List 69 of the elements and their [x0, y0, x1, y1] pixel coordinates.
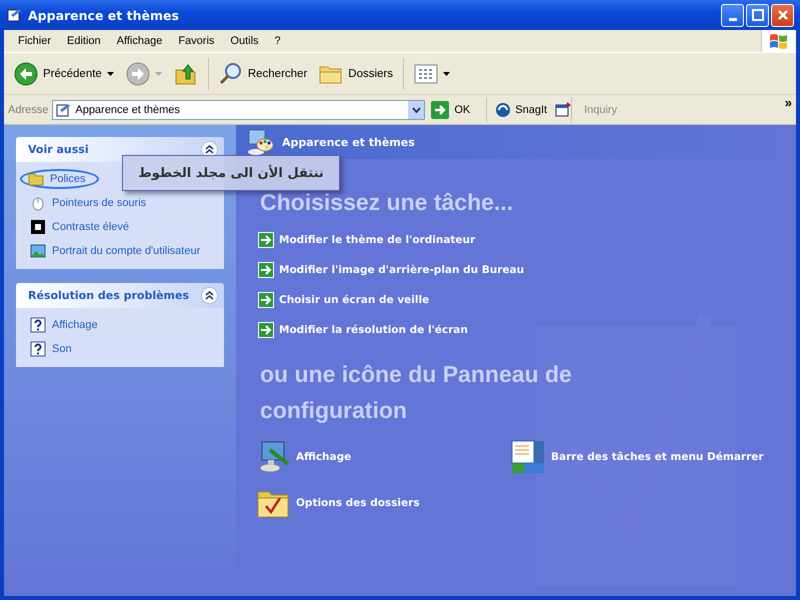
sidebar-link[interactable]: Contraste élevé [24, 217, 136, 237]
contrast-icon [30, 219, 46, 235]
task-link[interactable]: Choisir un écran de veille [258, 292, 430, 308]
grid-icon [414, 62, 438, 86]
folder-icon [28, 171, 44, 187]
task-link[interactable]: Modifier l'image d'arrière-plan du Bureau [258, 262, 524, 278]
capture-button[interactable] [555, 102, 572, 118]
icon-heading: ou une icône du Panneau de configuration [260, 360, 573, 425]
minimize-icon [728, 18, 736, 20]
task-link[interactable]: Modifier la résolution de l'écran [258, 322, 468, 338]
chevron-up-icon [205, 145, 214, 154]
arrow-right-icon [258, 292, 274, 308]
collapse-button[interactable] [201, 287, 218, 304]
arrow-right-icon [258, 322, 274, 338]
arrow-left-icon [14, 62, 38, 86]
arrow-right-icon [126, 62, 150, 86]
control-panel-link[interactable]: Options des dossiers [256, 486, 420, 520]
go-button[interactable]: OK [431, 100, 470, 118]
control-panel-link[interactable]: Affichage [256, 440, 352, 474]
menu-item[interactable]: Favoris [170, 35, 222, 47]
windows-flag-icon [769, 32, 789, 50]
sidebar-link[interactable]: Affichage [24, 315, 104, 335]
window-title: Apparence et thèmes [28, 8, 180, 22]
callout-note: ننتقل الأن الى مجلد الخطوط [122, 155, 340, 191]
menu-item[interactable]: Affichage [108, 35, 170, 47]
swirl-icon [495, 102, 512, 118]
inquiry-field[interactable]: Inquiry [584, 104, 785, 116]
maximize-icon [752, 9, 764, 21]
arrow-right-icon [258, 262, 274, 278]
maximize-button[interactable] [746, 4, 769, 26]
search-button[interactable]: Rechercher [214, 60, 312, 88]
close-icon [776, 9, 788, 21]
task-link[interactable]: Modifier le thème de l'ordinateur [258, 232, 476, 248]
folder-up-icon [174, 62, 198, 86]
dropdown-button[interactable] [408, 100, 424, 118]
landscape-picture-icon [30, 243, 46, 259]
menu-item[interactable]: Outils [222, 35, 267, 47]
panel-title: Voir aussi [28, 143, 89, 156]
menu-item[interactable]: Fichier [10, 35, 60, 47]
help-icon [30, 341, 46, 357]
sidebar-link[interactable]: Pointeurs de souris [24, 193, 152, 213]
arrow-right-icon [258, 232, 274, 248]
control-panel-icon [55, 102, 72, 118]
menu-item[interactable]: Edition [59, 35, 109, 47]
address-field[interactable]: Apparence et thèmes [52, 100, 426, 120]
minimize-button[interactable] [721, 4, 744, 26]
menu-item[interactable]: ? [266, 35, 289, 47]
arrow-right-icon [431, 100, 450, 118]
folders-button[interactable]: Dossiers [315, 60, 398, 88]
sidebar-link[interactable]: Polices [20, 169, 100, 189]
panel-title: Résolution des problèmes [28, 289, 190, 302]
sidebar-link[interactable]: Portrait du compte d'utilisateur [24, 241, 206, 261]
taskbar-icon [511, 440, 545, 474]
help-icon [30, 317, 46, 333]
mouse-icon [30, 195, 46, 211]
more-links-button[interactable]: » [784, 95, 792, 110]
palette-monitor-icon [246, 128, 274, 156]
chevron-up-icon [205, 291, 214, 300]
address-label: Adresse [8, 104, 48, 116]
control-panel-link[interactable]: Barre des tâches et menu Démarrer [511, 440, 764, 474]
window-capture-icon [555, 102, 572, 118]
sidebar-link[interactable]: Son [24, 339, 78, 359]
window-app-icon [6, 7, 22, 23]
snagit-button[interactable]: SnagIt [495, 102, 548, 118]
dropdown-caret-icon [412, 106, 421, 112]
search-icon [218, 62, 243, 86]
back-button[interactable]: Précédente [10, 60, 118, 88]
task-heading: Choisissez une tâche... [260, 189, 514, 216]
close-button[interactable] [771, 4, 794, 26]
